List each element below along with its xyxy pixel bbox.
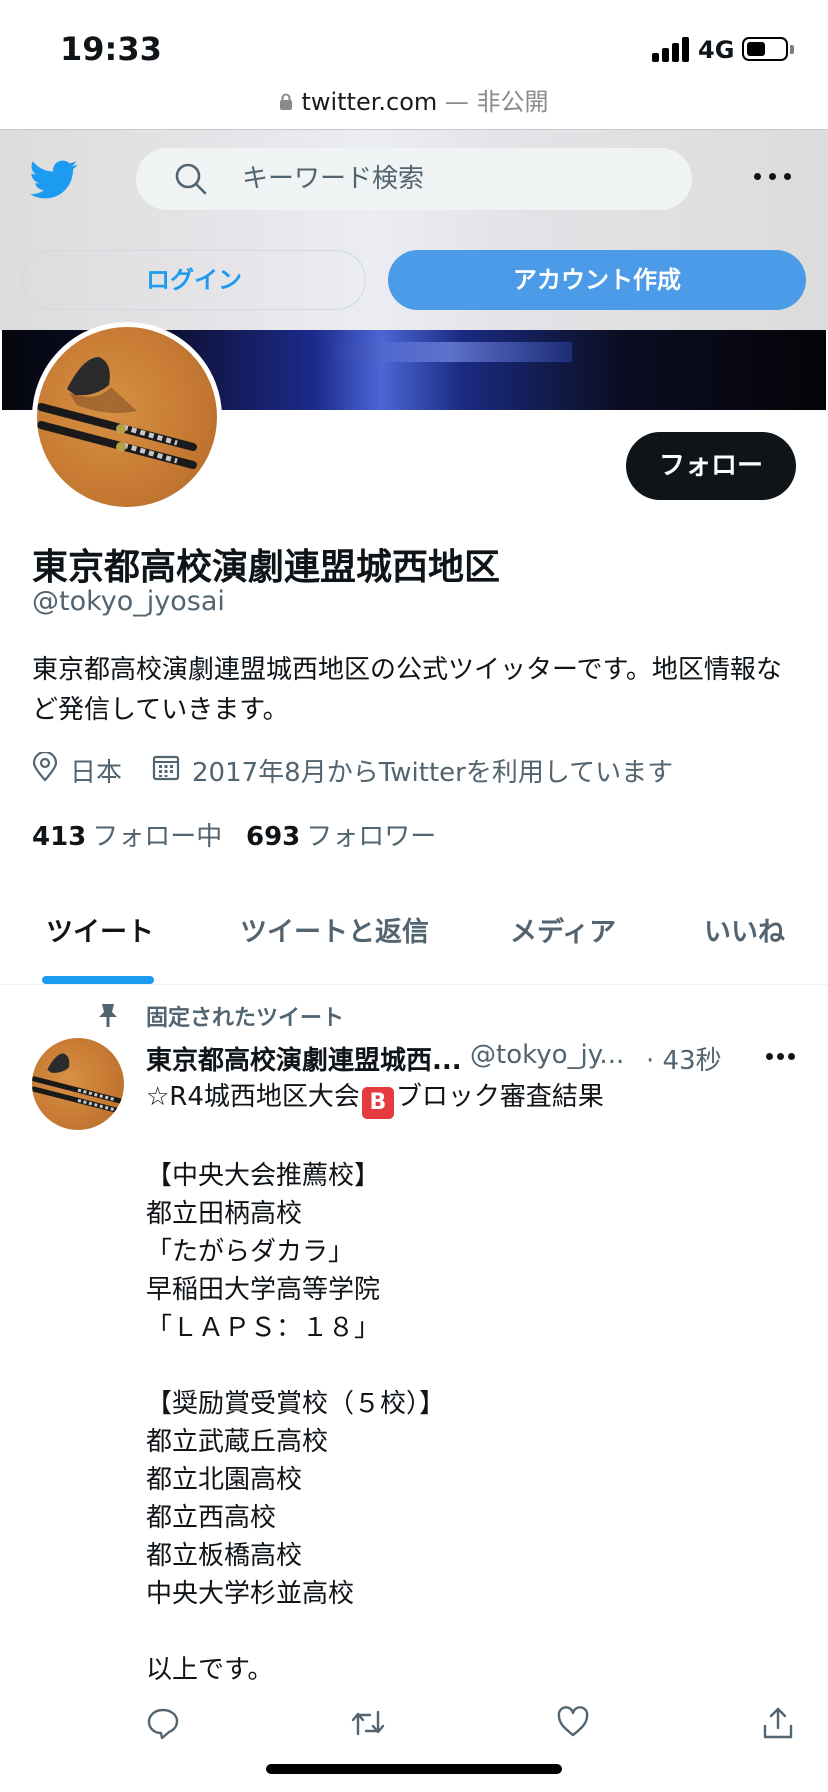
twitter-bird-icon[interactable]	[30, 160, 78, 202]
profile-joined: 2017年8月からTwitterを利用しています	[152, 752, 673, 789]
profile-bio: 東京都高校演劇連盟城西地区の公式ツイッターです。地区情報など発信していきます。	[32, 655, 782, 725]
login-button[interactable]: ログイン	[22, 250, 366, 310]
followers-count: 693	[246, 822, 301, 852]
profile-location: 日本	[32, 750, 123, 789]
share-icon[interactable]	[762, 1706, 798, 1742]
following-label: フォロー中	[92, 822, 223, 852]
address-bar[interactable]: twitter.com — 非公開	[0, 82, 828, 130]
battery-tip	[790, 45, 794, 54]
search-bar[interactable]: キーワード検索	[136, 148, 692, 210]
following-count: 413	[32, 822, 87, 852]
signal-strength-icon	[652, 36, 690, 62]
joined-text: 2017年8月からTwitterを利用しています	[192, 758, 674, 788]
tab-tweets-and-replies[interactable]: ツイートと返信	[240, 900, 429, 984]
retweet-icon[interactable]	[350, 1706, 386, 1742]
tab-active-indicator	[42, 976, 154, 984]
reply-icon[interactable]	[146, 1706, 182, 1742]
profile-name: 東京都高校演劇連盟城西地区	[32, 547, 501, 588]
calendar-icon	[152, 753, 180, 788]
url-privacy: — 非公開	[437, 88, 549, 116]
home-indicator[interactable]	[266, 1764, 562, 1774]
followers-link[interactable]: 693 フォロワー	[246, 816, 436, 853]
location-icon	[32, 750, 58, 789]
tweet-text: ☆R4城西地区大会 B ブロック審査結果 【中央大会推薦校】 都立田柄高校 「たがら…	[146, 1078, 796, 1689]
tweet-author-handle[interactable]: @tokyo_jy...	[470, 1040, 624, 1070]
location-text: 日本	[70, 758, 123, 788]
pinned-label: 固定されたツイート	[146, 1006, 345, 1031]
tweet-timestamp[interactable]: · 43秒	[646, 1040, 722, 1077]
tweet-author-name[interactable]: 東京都高校演劇連盟城西...	[146, 1040, 462, 1077]
tab-tweets[interactable]: ツイート	[46, 900, 154, 984]
tweet-text-prefix: ☆R4城西地区大会	[146, 1082, 360, 1112]
tweet-body-text: 【中央大会推薦校】 都立田柄高校 「たがらダカラ」 早稲田大学高等学院 「ＬＡＰ…	[146, 1161, 446, 1685]
tweet-actions	[0, 1706, 828, 1750]
follow-button[interactable]: フォロー	[626, 432, 796, 500]
network-type: 4G	[698, 36, 735, 64]
search-icon	[174, 162, 208, 196]
pin-icon	[96, 1002, 120, 1028]
banner-stage-light	[332, 342, 572, 362]
tab-likes[interactable]: いいね	[704, 900, 785, 984]
tab-media[interactable]: メディア	[510, 900, 616, 984]
status-time: 19:33	[60, 30, 162, 68]
like-icon[interactable]	[556, 1706, 592, 1742]
tweet-first-line: ☆R4城西地区大会 B ブロック審査結果	[146, 1082, 604, 1119]
create-account-button[interactable]: アカウント作成	[388, 250, 806, 310]
tweet-author-avatar[interactable]	[32, 1038, 124, 1130]
profile-tabs: ツイート ツイートと返信 メディア いいね	[0, 900, 828, 984]
profile-handle: @tokyo_jyosai	[32, 586, 225, 617]
following-link[interactable]: 413 フォロー中	[32, 816, 222, 853]
search-input[interactable]: キーワード検索	[242, 148, 424, 210]
url-host: twitter.com	[301, 88, 438, 116]
b-button-emoji: B	[361, 1087, 394, 1119]
profile-avatar[interactable]	[32, 322, 222, 512]
twitter-header: キーワード検索 ログイン アカウント作成	[0, 130, 828, 330]
tweet-text-suffix: ブロック審査結果	[395, 1082, 604, 1112]
divider	[0, 984, 828, 985]
followers-label: フォロワー	[306, 822, 437, 852]
battery-icon	[742, 37, 788, 61]
more-icon[interactable]	[754, 170, 792, 184]
lock-icon	[279, 89, 293, 117]
more-icon[interactable]	[766, 1052, 796, 1062]
